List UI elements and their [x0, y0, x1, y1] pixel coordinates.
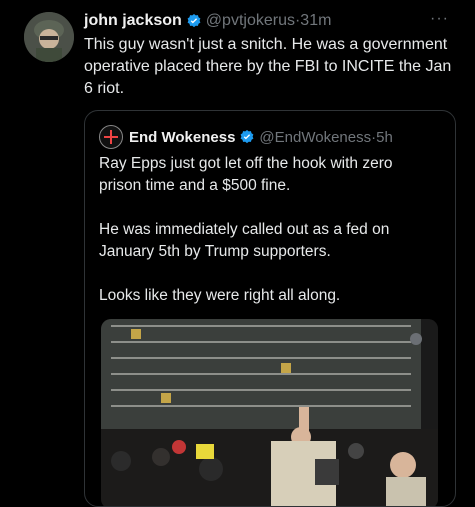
quoted-tweet-text: Ray Epps just got let off the hook with …	[99, 153, 439, 329]
post-time[interactable]: 31m	[300, 12, 331, 30]
quoted-post-time[interactable]: 5h	[376, 129, 393, 146]
verified-badge-icon	[187, 14, 201, 28]
quoted-author-avatar[interactable]	[99, 125, 123, 149]
more-options-icon[interactable]: ···	[430, 10, 449, 28]
author-avatar[interactable]	[24, 12, 74, 62]
quoted-tweet-header: End Wokeness @EndWokeness · 5h	[99, 125, 393, 149]
tweet-text: This guy wasn't just a snitch. He was a …	[84, 36, 452, 97]
avatar-image	[24, 12, 74, 62]
quoted-verified-badge-icon	[241, 130, 254, 144]
quoted-tweet[interactable]: End Wokeness @EndWokeness · 5h Ray Epps …	[84, 110, 456, 507]
quoted-paragraph-2: He was immediately called out as a fed o…	[99, 221, 390, 260]
photo-image	[101, 319, 438, 506]
quoted-tweet-photo[interactable]	[101, 319, 438, 506]
author-handle[interactable]: @pvtjokerus	[206, 12, 295, 30]
author-name[interactable]: john jackson	[84, 12, 182, 30]
tweet[interactable]: john jackson @pvtjokerus · 31m ··· This …	[0, 0, 475, 507]
tweet-header: john jackson @pvtjokerus · 31m	[84, 10, 455, 32]
quoted-paragraph-1: Ray Epps just got let off the hook with …	[99, 155, 393, 194]
quoted-paragraph-3: Looks like they were right all along.	[99, 287, 341, 304]
quoted-author-handle[interactable]: @EndWokeness	[259, 129, 371, 146]
quoted-author-name[interactable]: End Wokeness	[129, 129, 235, 146]
quoted-avatar-image	[101, 127, 121, 147]
